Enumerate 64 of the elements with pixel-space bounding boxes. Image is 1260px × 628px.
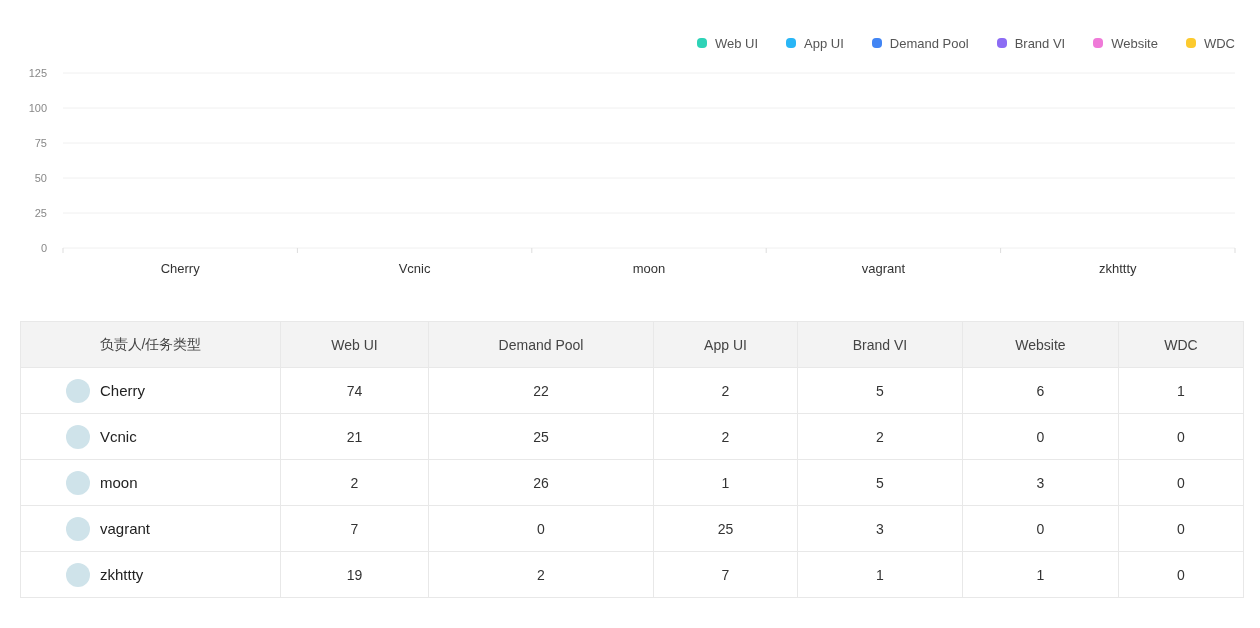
- table-cell: 1: [1118, 367, 1244, 414]
- axis-tick-label: 75: [34, 137, 47, 149]
- table-cell: 6: [962, 367, 1119, 414]
- table-cell: 0: [1118, 459, 1244, 506]
- column-header: 负责人/任务类型: [20, 321, 281, 368]
- category-label: Cherry: [160, 261, 200, 276]
- table-cell: 1: [653, 459, 798, 506]
- table-cell: 7: [653, 551, 798, 598]
- table-cell: 3: [962, 459, 1119, 506]
- table-cell: 25: [653, 505, 798, 552]
- table-cell: 5: [797, 459, 963, 506]
- legend-label: Website: [1111, 35, 1158, 51]
- table-cell: 0: [962, 505, 1119, 552]
- table-cell: 2: [797, 413, 963, 460]
- person-name: Cherry: [100, 382, 145, 399]
- table-cell: 26: [428, 459, 654, 506]
- avatar: [66, 424, 90, 449]
- axis-tick-label: 50: [34, 172, 47, 184]
- table-cell: 2: [653, 413, 798, 460]
- table-cell: 0: [1118, 505, 1244, 552]
- legend-label: App UI: [804, 35, 844, 51]
- table-cell: 2: [428, 551, 654, 598]
- person-name: vagrant: [100, 520, 151, 537]
- category-label: zkhttty: [1099, 261, 1137, 276]
- table-cell: 25: [428, 413, 654, 460]
- axis-tick-label: 25: [34, 207, 47, 219]
- column-header: Website: [962, 321, 1119, 368]
- person-name: zkhttty: [100, 566, 144, 583]
- table-cell: 2: [280, 459, 429, 506]
- column-header: Web UI: [280, 321, 429, 368]
- person-name: Vcnic: [100, 428, 137, 445]
- table-cell: 7: [280, 505, 429, 552]
- table-cell: 19: [280, 551, 429, 598]
- table-cell: 21: [280, 413, 429, 460]
- avatar: [66, 470, 90, 495]
- table-cell: 5: [797, 367, 963, 414]
- table-cell: 22: [428, 367, 654, 414]
- table-cell: 74: [280, 367, 429, 414]
- table-cell: 0: [962, 413, 1119, 460]
- category-label: moon: [632, 261, 666, 276]
- table-cell: 0: [428, 505, 654, 552]
- legend-label: WDC: [1203, 35, 1235, 51]
- category-label: Vcnic: [398, 261, 431, 276]
- column-header: WDC: [1118, 321, 1244, 368]
- category-label: vagrant: [861, 261, 906, 276]
- avatar: [66, 378, 90, 403]
- axis-tick-label: 125: [28, 67, 47, 79]
- avatar: [66, 516, 90, 541]
- legend-label: Demand Pool: [889, 35, 969, 51]
- table-cell: 1: [797, 551, 963, 598]
- column-header: Brand VI: [797, 321, 963, 368]
- avatar: [66, 562, 90, 587]
- table-cell: 0: [1118, 413, 1244, 460]
- table-cell: 1: [962, 551, 1119, 598]
- person-name: moon: [100, 474, 138, 491]
- table-cell: 2: [653, 367, 798, 414]
- table-cell: 3: [797, 505, 963, 552]
- legend-label: Web UI: [715, 35, 759, 51]
- column-header: App UI: [653, 321, 798, 368]
- table-cell: 0: [1118, 551, 1244, 598]
- axis-tick-label: 0: [40, 242, 47, 254]
- axis-tick-label: 100: [28, 102, 47, 114]
- column-header: Demand Pool: [428, 321, 654, 368]
- legend-label: Brand VI: [1014, 35, 1066, 51]
